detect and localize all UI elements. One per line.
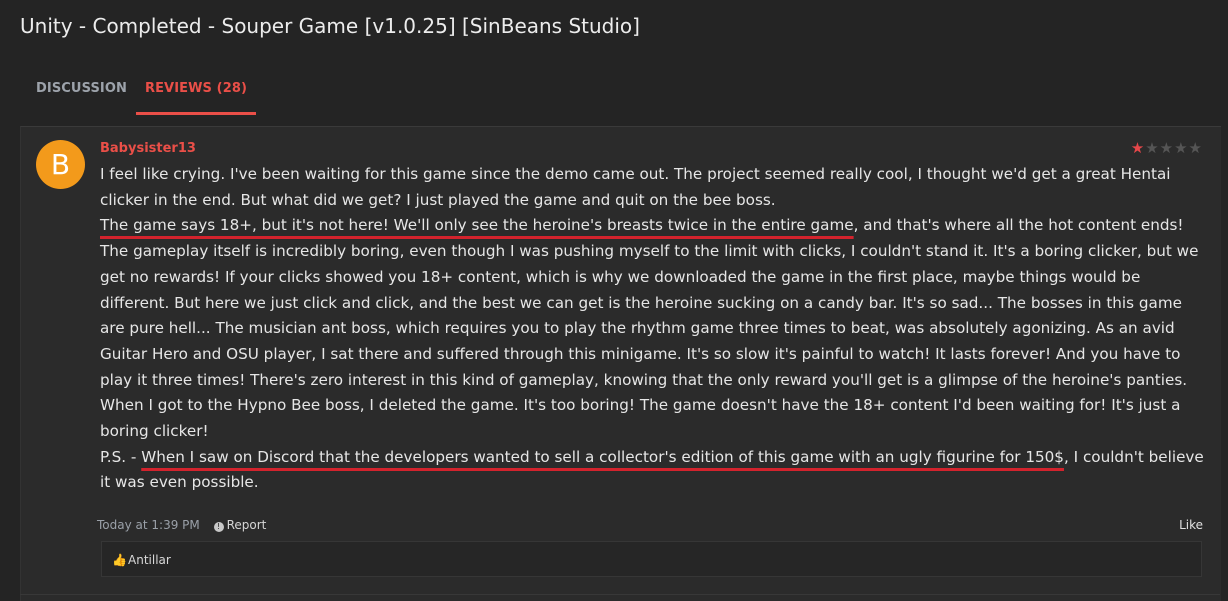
like-button[interactable]: Like — [1179, 518, 1203, 532]
reactions-bar: 👍Antillar — [101, 541, 1202, 577]
rating-stars: ★★★★★ — [1131, 139, 1203, 157]
review-body: I feel like crying. I've been waiting fo… — [100, 162, 1208, 496]
review-card: B Babysister13 ★★★★★ I feel like crying.… — [20, 126, 1221, 601]
tab-bar: DISCUSSION REVIEWS (28) — [20, 66, 1228, 115]
thumbs-up-icon: 👍 — [112, 553, 127, 567]
report-label: Report — [226, 518, 267, 532]
review-username[interactable]: Babysister13 — [100, 141, 196, 156]
underlined-text: The game says 18+, but it's not here! We… — [100, 216, 854, 235]
reaction-user[interactable]: Antillar — [128, 553, 171, 567]
divider — [20, 594, 1220, 595]
underlined-text: When I saw on Discord that the developer… — [141, 447, 1064, 466]
review-paragraph: The game says 18+, but it's not here! We… — [100, 213, 1208, 444]
star-icon: ★ — [1159, 139, 1175, 157]
review-meta: Today at 1:39 PM ! Report — [97, 518, 266, 532]
tab-discussion[interactable]: DISCUSSION — [20, 66, 134, 112]
tab-reviews[interactable]: REVIEWS (28) — [136, 66, 256, 115]
review-timestamp[interactable]: Today at 1:39 PM — [97, 518, 200, 532]
page-title: Unity - Completed - Souper Game [v1.0.25… — [20, 14, 640, 38]
avatar[interactable]: B — [36, 140, 85, 189]
review-text: , and that's where all the hot content e… — [100, 216, 1199, 441]
review-text: P.S. - — [100, 447, 142, 466]
review-paragraph: I feel like crying. I've been waiting fo… — [100, 165, 1171, 209]
report-icon: ! — [213, 522, 224, 532]
star-icon: ★ — [1130, 139, 1146, 157]
report-link[interactable]: ! Report — [213, 518, 267, 532]
star-icon: ★ — [1188, 139, 1203, 157]
star-icon: ★ — [1174, 139, 1189, 157]
star-icon: ★ — [1145, 139, 1160, 157]
review-paragraph: P.S. - When I saw on Discord that the de… — [100, 445, 1208, 496]
